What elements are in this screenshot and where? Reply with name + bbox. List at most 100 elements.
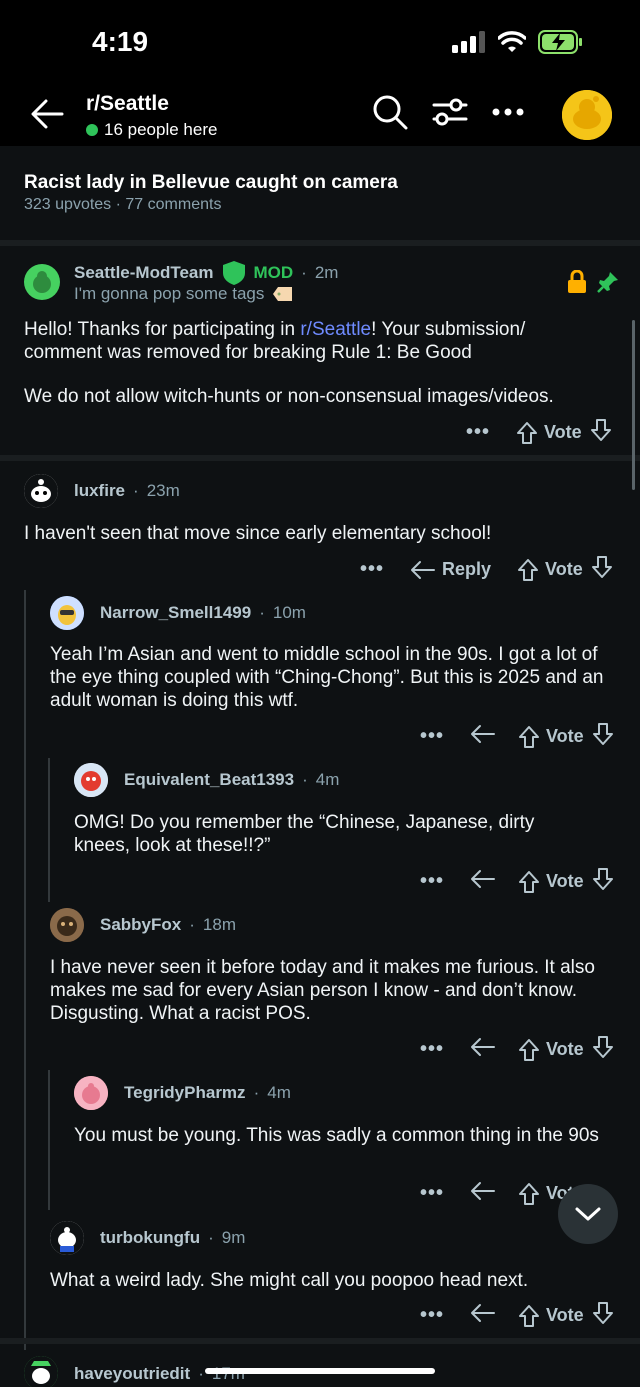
comment-username[interactable]: Equivalent_Beat1393: [124, 770, 294, 790]
scrollbar[interactable]: [632, 320, 635, 490]
more-options-icon[interactable]: •••: [420, 1038, 444, 1061]
upvote-button[interactable]: Vote: [518, 725, 584, 749]
reply-icon[interactable]: [470, 1036, 496, 1063]
downvote-icon[interactable]: [591, 555, 613, 584]
next-comment-button[interactable]: [558, 1184, 618, 1244]
more-options-icon[interactable]: •••: [420, 725, 444, 748]
more-options-icon[interactable]: •••: [420, 1182, 444, 1205]
comment-body: Hello! Thanks for participating in r/Sea…: [24, 318, 584, 364]
mod-comment-header: Seattle-ModTeam MOD · 2m: [74, 260, 338, 286]
nav-bar: r/Seattle 16 people here: [0, 86, 640, 146]
avatar[interactable]: [50, 596, 84, 630]
more-options-icon[interactable]: •••: [420, 1304, 444, 1327]
thread-line[interactable]: [24, 590, 26, 1350]
reply-icon[interactable]: [470, 723, 496, 750]
reply-button[interactable]: Reply: [410, 559, 491, 581]
vote-label: Vote: [544, 422, 582, 442]
more-options-icon[interactable]: •••: [466, 421, 490, 444]
comment-header: Equivalent_Beat1393 · 4m: [124, 770, 340, 790]
comment-body: Yeah I’m Asian and went to middle school…: [50, 644, 604, 711]
post-meta: 323 upvotes · 77 comments: [24, 196, 222, 213]
comment-time: 4m: [267, 1083, 291, 1102]
chevron-down-icon: [575, 1207, 601, 1221]
comment-time: 4m: [315, 770, 340, 789]
comment-time: 23m: [146, 481, 180, 500]
post-title[interactable]: Racist lady in Bellevue caught on camera: [24, 172, 398, 194]
comment-body: I have never seen it before today and it…: [50, 957, 595, 1024]
home-indicator[interactable]: [205, 1368, 435, 1374]
comment-body: OMG! Do you remember the “Chinese, Japan…: [74, 812, 535, 856]
status-time: 4:19: [92, 26, 149, 57]
avatar[interactable]: [50, 1221, 84, 1255]
upvote-icon: [518, 558, 539, 581]
thread-line[interactable]: [48, 1070, 50, 1210]
comment-username[interactable]: luxfire: [74, 481, 125, 501]
comment-username[interactable]: turbokungfu: [100, 1228, 200, 1248]
back-arrow-icon[interactable]: [28, 94, 68, 134]
lock-icon: [568, 270, 586, 293]
avatar[interactable]: [74, 1076, 108, 1110]
status-bar: 4:19: [0, 0, 640, 86]
reply-icon[interactable]: [470, 868, 496, 895]
comment-username[interactable]: Narrow_Smell1499: [100, 603, 251, 623]
more-options-icon[interactable]: [488, 92, 528, 132]
sort-filter-icon[interactable]: [430, 92, 470, 132]
signal-icon: [452, 31, 485, 53]
avatar[interactable]: [50, 908, 84, 942]
user-flair: I'm gonna pop some tags: [74, 284, 294, 304]
reply-icon[interactable]: [470, 1302, 496, 1329]
reply-icon[interactable]: [470, 1180, 496, 1207]
avatar[interactable]: [24, 1356, 58, 1387]
downvote-icon[interactable]: [592, 1035, 614, 1064]
pin-icon: [597, 272, 618, 293]
comment-body-2: We do not allow witch-hunts or non-conse…: [24, 386, 554, 407]
shield-icon: [222, 261, 245, 285]
comment-username[interactable]: haveyoutriedit: [74, 1364, 190, 1384]
reply-label: Reply: [442, 559, 492, 579]
vote-label: Vote: [545, 559, 583, 579]
comment-actions: ••• Vote: [420, 722, 614, 751]
comment-body: You must be young. This was sadly a comm…: [74, 1125, 599, 1146]
comment-header: TegridyPharmz · 4m: [124, 1083, 291, 1103]
avatar[interactable]: [24, 474, 58, 508]
more-options-icon[interactable]: •••: [420, 870, 444, 893]
divider: [0, 455, 640, 461]
comment-username[interactable]: TegridyPharmz: [124, 1083, 246, 1103]
upvote-button[interactable]: Vote: [518, 870, 584, 894]
avatar[interactable]: [74, 763, 108, 797]
comment-username[interactable]: Seattle-ModTeam: [74, 263, 214, 283]
thread-line[interactable]: [48, 758, 50, 902]
comment-body: What a weird lady. She might call you po…: [50, 1270, 529, 1291]
upvote-icon: [517, 421, 538, 444]
upvote-icon: [519, 725, 540, 748]
search-icon[interactable]: [370, 92, 410, 132]
comment-time: 17m: [212, 1364, 245, 1384]
downvote-icon[interactable]: [592, 722, 614, 751]
upvote-button[interactable]: Vote: [517, 558, 583, 582]
user-avatar[interactable]: [562, 90, 612, 140]
flair-text: I'm gonna pop some tags: [74, 284, 265, 303]
upvote-icon: [519, 1182, 540, 1205]
status-icons: [452, 30, 584, 54]
comment-header: turbokungfu · 9m: [100, 1228, 246, 1248]
subreddit-name[interactable]: r/Seattle: [86, 92, 169, 116]
comment-header: luxfire · 23m: [74, 481, 180, 501]
comment-header: SabbyFox · 18m: [100, 915, 236, 935]
vote-label: Vote: [546, 871, 584, 891]
subreddit-link[interactable]: r/Seattle: [300, 319, 371, 340]
avatar[interactable]: [24, 264, 60, 300]
upvote-button[interactable]: Vote: [518, 1038, 584, 1062]
more-options-icon[interactable]: •••: [360, 558, 384, 581]
online-dot-icon: [86, 124, 98, 136]
comment-actions: ••• Reply Vote: [360, 555, 613, 584]
downvote-icon[interactable]: [590, 418, 612, 447]
downvote-icon[interactable]: [592, 867, 614, 896]
comment-username[interactable]: SabbyFox: [100, 915, 181, 935]
post-header[interactable]: Racist lady in Bellevue caught on camera…: [0, 146, 640, 240]
online-count: 16 people here: [86, 120, 217, 140]
upvote-button[interactable]: Vote: [516, 421, 582, 445]
comment-body: I haven't seen that move since early ele…: [24, 523, 492, 544]
downvote-icon[interactable]: [592, 1301, 614, 1330]
upvote-icon: [519, 1304, 540, 1327]
upvote-button[interactable]: Vote: [518, 1304, 584, 1328]
